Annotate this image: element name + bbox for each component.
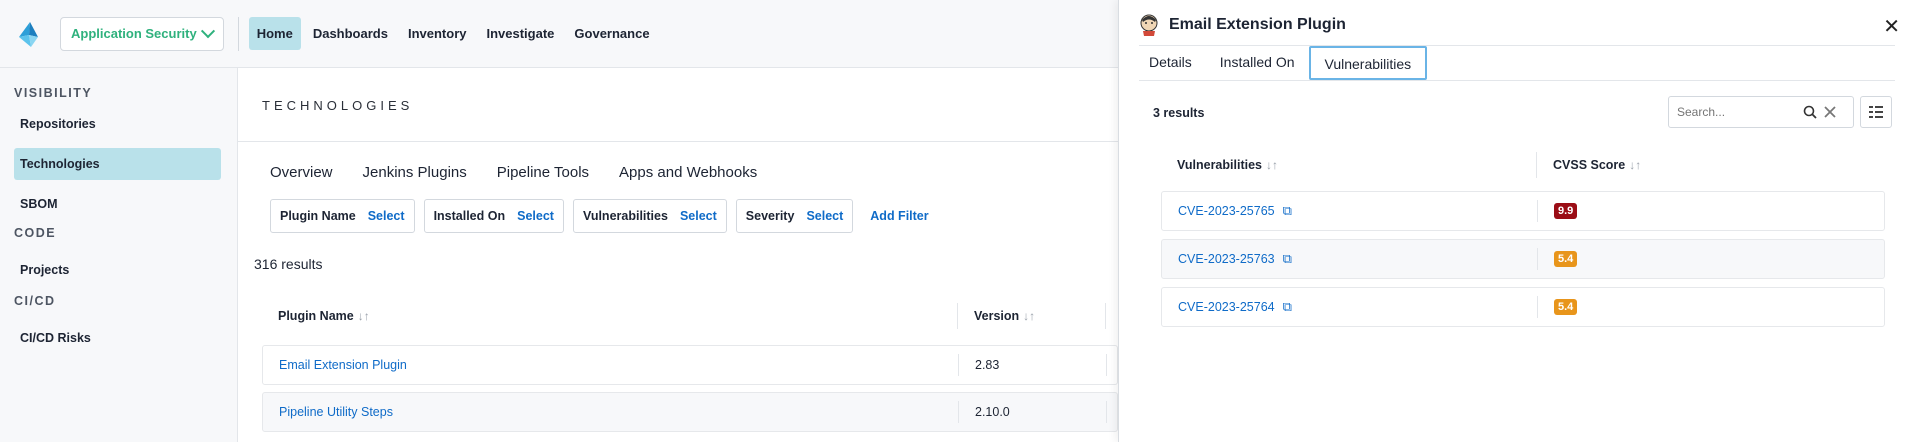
- grid-icon: [1869, 106, 1883, 118]
- sort-icon[interactable]: ↓↑: [1023, 309, 1035, 323]
- sort-icon[interactable]: ↓↑: [358, 309, 370, 323]
- sort-icon[interactable]: ↓↑: [1266, 158, 1278, 172]
- cvss-score-badge: 5.4: [1554, 251, 1578, 267]
- column-label: Version: [974, 309, 1020, 323]
- cve-link[interactable]: CVE-2023-25764 ⧉: [1162, 296, 1538, 318]
- nav-governance[interactable]: Governance: [566, 17, 657, 50]
- external-link-icon[interactable]: ⧉: [1283, 248, 1292, 270]
- jenkins-icon: [1140, 14, 1158, 36]
- plugin-version: 2.83: [959, 354, 1107, 376]
- app-switcher-label: Application Security: [71, 26, 197, 41]
- vulnerability-row[interactable]: CVE-2023-25764 ⧉ 5.4: [1161, 287, 1885, 327]
- logo-icon[interactable]: [16, 20, 42, 48]
- sidebar-item-cicd-risks[interactable]: CI/CD Risks: [14, 322, 221, 354]
- sidebar-item-sbom[interactable]: SBOM: [14, 188, 221, 220]
- filter-select[interactable]: Select: [368, 209, 405, 223]
- column-label: Plugin Name: [278, 309, 354, 323]
- column-header-plugin-name[interactable]: Plugin Name ↓↑: [262, 303, 958, 329]
- tab-jenkins-plugins[interactable]: Jenkins Plugins: [363, 164, 467, 181]
- external-link-icon[interactable]: ⧉: [1283, 200, 1292, 222]
- clear-icon[interactable]: [1823, 105, 1837, 119]
- divider: [237, 16, 239, 51]
- results-count: 3 results: [1153, 106, 1205, 120]
- chevron-down-icon: [200, 23, 215, 38]
- cve-id[interactable]: CVE-2023-25765: [1178, 200, 1275, 222]
- column-header-version[interactable]: Version ↓↑: [958, 303, 1106, 329]
- filter-label: Severity: [745, 209, 795, 223]
- app-switcher-dropdown[interactable]: Application Security: [60, 16, 224, 51]
- sidebar-item-repositories[interactable]: Repositories: [14, 108, 221, 140]
- nav-inventory[interactable]: Inventory: [400, 17, 475, 50]
- table-header: Plugin Name ↓↑ Version ↓↑: [262, 298, 1118, 334]
- cve-link[interactable]: CVE-2023-25765 ⧉: [1162, 200, 1538, 222]
- plugin-name-link[interactable]: Pipeline Utility Steps: [263, 401, 959, 423]
- column-header-vulnerabilities[interactable]: Vulnerabilities ↓↑: [1161, 152, 1537, 178]
- column-settings-button[interactable]: [1860, 96, 1892, 128]
- filter-label: Plugin Name: [280, 209, 356, 223]
- filter-bar: Plugin Name Select Installed On Select V…: [270, 199, 929, 233]
- filter-installed-on[interactable]: Installed On Select: [423, 199, 564, 233]
- divider: [1139, 80, 1895, 81]
- external-link-icon[interactable]: ⧉: [1283, 296, 1292, 318]
- drawer-header: Email Extension Plugin: [1139, 14, 1346, 36]
- tab-installed-on[interactable]: Installed On: [1206, 46, 1309, 80]
- filter-label: Installed On: [433, 209, 506, 223]
- divider: [238, 141, 1118, 142]
- nav-dashboards[interactable]: Dashboards: [305, 17, 396, 50]
- plugin-version: 2.10.0: [959, 401, 1107, 423]
- main-nav: Home Dashboards Inventory Investigate Go…: [248, 17, 658, 50]
- nav-investigate[interactable]: Investigate: [478, 17, 562, 50]
- vulnerabilities-table-header: Vulnerabilities ↓↑ CVSS Score ↓↑: [1161, 151, 1885, 179]
- plugin-name-link[interactable]: Email Extension Plugin: [263, 354, 959, 376]
- sidebar-item-projects[interactable]: Projects: [14, 254, 221, 286]
- tab-pipeline-tools[interactable]: Pipeline Tools: [497, 164, 589, 181]
- nav-home[interactable]: Home: [248, 17, 301, 50]
- sort-icon[interactable]: ↓↑: [1629, 158, 1641, 172]
- tab-details[interactable]: Details: [1135, 46, 1206, 80]
- sidebar-item-technologies[interactable]: Technologies: [14, 148, 221, 180]
- cve-link[interactable]: CVE-2023-25763 ⧉: [1162, 248, 1538, 270]
- sidebar: VISIBILITY Repositories Technologies SBO…: [0, 68, 238, 442]
- cve-id[interactable]: CVE-2023-25764: [1178, 296, 1275, 318]
- filter-select[interactable]: Select: [517, 209, 554, 223]
- technology-tabs: Overview Jenkins Plugins Pipeline Tools …: [270, 164, 757, 181]
- tab-vulnerabilities[interactable]: Vulnerabilities: [1308, 46, 1428, 80]
- drawer-title: Email Extension Plugin: [1169, 16, 1346, 33]
- vulnerability-row[interactable]: CVE-2023-25765 ⧉ 9.9: [1161, 191, 1885, 231]
- plugin-detail-drawer: Email Extension Plugin ✕ Details Install…: [1118, 0, 1914, 442]
- column-label: Vulnerabilities: [1177, 158, 1262, 172]
- close-icon[interactable]: ✕: [1883, 14, 1900, 39]
- top-navigation-bar: Application Security Home Dashboards Inv…: [0, 0, 1118, 68]
- filter-vulnerabilities[interactable]: Vulnerabilities Select: [572, 199, 727, 233]
- cvss-score-badge: 9.9: [1554, 203, 1578, 219]
- vulnerability-row[interactable]: CVE-2023-25763 ⧉ 5.4: [1161, 239, 1885, 279]
- table-row[interactable]: Email Extension Plugin 2.83: [262, 345, 1118, 385]
- results-count: 316 results: [254, 256, 323, 272]
- column-header-cvss-score[interactable]: CVSS Score ↓↑: [1537, 152, 1641, 178]
- add-filter-button[interactable]: Add Filter: [862, 199, 928, 233]
- filter-select[interactable]: Select: [806, 209, 843, 223]
- main-content: TECHNOLOGIES Overview Jenkins Plugins Pi…: [238, 68, 1118, 442]
- sidebar-section-cicd: CI/CD: [14, 294, 56, 308]
- sidebar-section-visibility: VISIBILITY: [14, 86, 93, 100]
- sidebar-section-code: CODE: [14, 226, 57, 240]
- filter-label: Vulnerabilities: [582, 209, 668, 223]
- page-title: TECHNOLOGIES: [262, 98, 414, 113]
- drawer-tabs: Details Installed On Vulnerabilities: [1135, 46, 1428, 80]
- tab-apps-webhooks[interactable]: Apps and Webhooks: [619, 164, 757, 181]
- tab-overview[interactable]: Overview: [270, 164, 333, 181]
- filter-select[interactable]: Select: [680, 209, 717, 223]
- search-input[interactable]: [1677, 105, 1797, 119]
- table-row[interactable]: Pipeline Utility Steps 2.10.0: [262, 392, 1118, 432]
- column-label: CVSS Score: [1553, 158, 1626, 172]
- filter-plugin-name[interactable]: Plugin Name Select: [270, 199, 415, 233]
- search-box[interactable]: [1668, 96, 1854, 128]
- filter-severity[interactable]: Severity Select: [735, 199, 854, 233]
- cvss-score-badge: 5.4: [1554, 299, 1578, 315]
- search-icon[interactable]: [1803, 105, 1817, 119]
- cve-id[interactable]: CVE-2023-25763: [1178, 248, 1275, 270]
